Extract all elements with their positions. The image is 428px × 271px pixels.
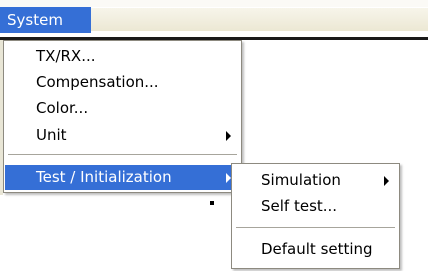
menu-item-test-initialization[interactable]: Test / Initialization [5,165,240,190]
background-dot [210,201,214,205]
menu-item-label: Compensation... [36,73,159,91]
menu-item-simulation[interactable]: Simulation [233,168,398,192]
test-initialization-submenu: Simulation Self test... Default setting [231,163,400,269]
submenu-arrow-icon [226,131,231,141]
menu-item-label: Default setting [261,240,373,258]
menu-bar: System [0,0,428,33]
menu-item-label: Self test... [261,197,338,215]
menu-bar-background [91,7,428,31]
menu-item-label: Color... [36,99,89,117]
menu-separator [236,227,395,229]
menu-item-compensation[interactable]: Compensation... [5,70,240,95]
menu-item-self-test[interactable]: Self test... [233,194,398,218]
menu-item-label: Simulation [261,171,341,189]
menu-item-label: TX/RX... [36,47,96,65]
menu-system[interactable]: System [0,7,91,33]
menu-item-label: Test / Initialization [36,168,172,186]
submenu-arrow-icon [384,176,389,186]
system-dropdown-menu: TX/RX... Compensation... Color... Unit T… [3,40,242,193]
menu-item-unit[interactable]: Unit [5,123,240,148]
menu-item-default-setting[interactable]: Default setting [233,237,398,261]
menu-separator [8,154,237,156]
menu-item-color[interactable]: Color... [5,96,240,121]
menu-item-label: Unit [36,126,67,144]
menu-item-tx-rx[interactable]: TX/RX... [5,44,240,69]
